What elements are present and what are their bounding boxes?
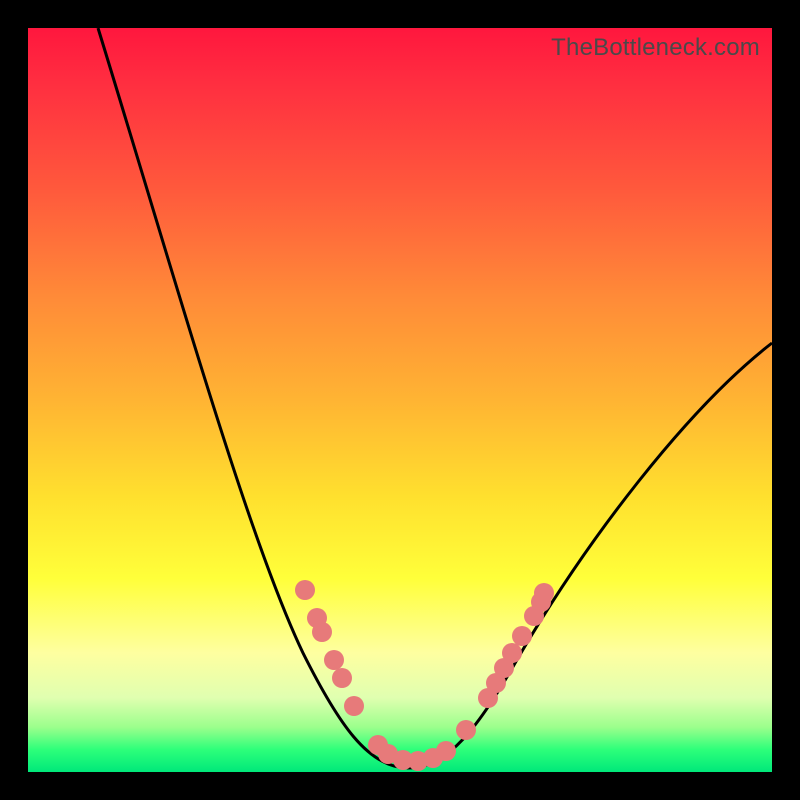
data-marker [534,583,554,603]
chart-svg [28,28,772,772]
data-marker [436,741,456,761]
data-marker [456,720,476,740]
data-marker [312,622,332,642]
marker-group [295,580,554,771]
data-marker [324,650,344,670]
data-marker [295,580,315,600]
bottleneck-curve [98,28,772,768]
chart-frame: TheBottleneck.com [0,0,800,800]
data-marker [512,626,532,646]
data-marker [502,643,522,663]
plot-area: TheBottleneck.com [28,28,772,772]
data-marker [344,696,364,716]
data-marker [332,668,352,688]
